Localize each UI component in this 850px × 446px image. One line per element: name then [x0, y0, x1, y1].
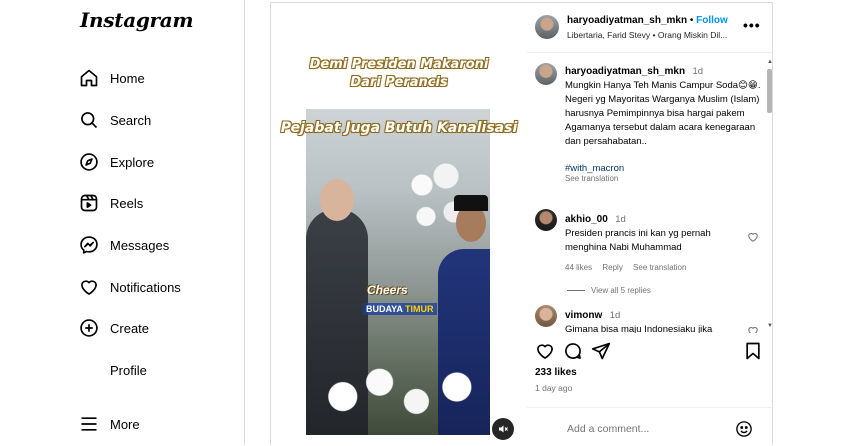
sidebar-item-profile[interactable]: Profile: [78, 357, 228, 383]
save-button[interactable]: [743, 341, 765, 363]
post-author: haryoadiyatman_sh_mkn • Follow: [567, 15, 728, 26]
person-left-head: [320, 179, 354, 221]
share-button[interactable]: [591, 341, 613, 363]
heart-icon: [78, 276, 100, 298]
comment-button[interactable]: [563, 341, 585, 363]
search-icon: [78, 109, 100, 131]
comment-item: akhio_00 1d Presiden prancis ini kan yg …: [565, 209, 745, 295]
comment-time[interactable]: 1d: [615, 214, 626, 225]
sidebar-item-messages[interactable]: Messages: [78, 232, 228, 258]
sidebar-item-more[interactable]: More: [78, 411, 228, 437]
comment-meta: 44 likes Reply See translation: [565, 263, 745, 272]
avatar[interactable]: [535, 15, 559, 39]
reels-icon: [78, 192, 100, 214]
sidebar-item-label: Messages: [110, 237, 170, 253]
sidebar-item-home[interactable]: Home: [78, 65, 228, 91]
comment-likes[interactable]: 44 likes: [565, 263, 592, 272]
sidebar-item-label: Notifications: [110, 279, 181, 295]
heart-icon: [537, 344, 553, 359]
home-icon: [78, 67, 100, 89]
comment-like-icon[interactable]: [747, 325, 759, 333]
sidebar-item-label: Create: [110, 320, 150, 336]
comment-username[interactable]: akhio_00: [565, 214, 608, 225]
post-header: haryoadiyatman_sh_mkn • Follow Libertari…: [527, 3, 774, 53]
scroll-down-arrow[interactable]: ▼: [767, 323, 773, 329]
sidebar-item-explore[interactable]: Explore: [78, 149, 228, 175]
sidebar-item-create[interactable]: Create: [78, 315, 228, 341]
see-translation-link[interactable]: See translation: [565, 174, 761, 183]
username-link[interactable]: haryoadiyatman_sh_mkn: [567, 15, 687, 26]
see-translation-link[interactable]: See translation: [633, 263, 686, 272]
messenger-icon: [78, 234, 100, 256]
comment-like-icon[interactable]: [747, 231, 759, 243]
reply-button[interactable]: Reply: [602, 263, 622, 272]
divider: [567, 290, 585, 292]
overlay-timur: TIMUR: [405, 304, 434, 314]
caption: haryoadiyatman_sh_mkn 1d Mungkin Hanya T…: [565, 61, 761, 183]
add-comment-input[interactable]: [567, 423, 727, 435]
comments-scrollbar[interactable]: ▲ ▼: [765, 59, 774, 329]
overlay-budaya: BUDAYA: [366, 304, 403, 314]
hashtag-link[interactable]: #with_macron: [565, 163, 761, 174]
post-time[interactable]: 1 day ago: [535, 383, 572, 393]
comment-icon: [565, 343, 581, 359]
overlay-title-line-3: Pejabat Juga Butuh Kanalisasi: [280, 120, 518, 136]
bookmark-icon: [746, 342, 760, 360]
view-replies-label[interactable]: View all 5 replies: [591, 286, 651, 295]
sidebar-item-label: More: [110, 416, 140, 432]
post-media[interactable]: Demi Presiden Makaroni Dari Perancis Pej…: [271, 3, 527, 446]
sidebar-item-label: Search: [110, 112, 152, 128]
comments-list[interactable]: haryoadiyatman_sh_mkn 1d Mungkin Hanya T…: [527, 55, 774, 333]
likes-count[interactable]: 233 likes: [535, 367, 577, 378]
scroll-up-arrow[interactable]: ▲: [767, 59, 773, 65]
avatar[interactable]: [535, 209, 557, 231]
avatar[interactable]: [535, 305, 557, 327]
comment-username[interactable]: vimonw: [565, 310, 602, 321]
compass-icon: [78, 151, 100, 173]
speaker-muted-icon: [499, 425, 508, 433]
comment-time[interactable]: 1d: [610, 310, 621, 321]
scroll-thumb[interactable]: [767, 69, 772, 113]
caption-text: Mungkin Hanya Teh Manis Campur Soda😊😁. N…: [565, 80, 761, 147]
separator-dot: •: [689, 15, 694, 26]
more-options-icon[interactable]: •••: [743, 17, 761, 33]
post-dialog: Demi Presiden Makaroni Dari Perancis Pej…: [270, 2, 774, 446]
post-side-panel: haryoadiyatman_sh_mkn • Follow Libertari…: [527, 3, 774, 446]
overlay-title-line-1: Demi Presiden Makaroni: [309, 57, 489, 72]
avatar: [78, 359, 100, 381]
audio-attribution[interactable]: Libertaria, Farid Stevy • Orang Miskin D…: [567, 30, 727, 40]
sidebar-nav: Instagram Home Search Explore Reels Mess…: [0, 0, 245, 445]
sidebar-item-notifications[interactable]: Notifications: [78, 274, 228, 300]
sidebar-item-label: Profile: [110, 362, 147, 378]
follow-button[interactable]: Follow: [696, 15, 728, 26]
comment-item: vimonw 1d Gimana bisa maju Indonesiaku j…: [565, 305, 745, 333]
hamburger-icon: [78, 413, 100, 435]
overlay-cheers: Cheers: [367, 283, 408, 297]
mute-button[interactable]: [492, 418, 514, 440]
sidebar-item-label: Reels: [110, 195, 144, 211]
send-icon: [591, 342, 611, 360]
caption-username[interactable]: haryoadiyatman_sh_mkn: [565, 66, 685, 77]
add-comment-bar: [527, 407, 774, 446]
plus-square-icon: [78, 317, 100, 339]
caption-time[interactable]: 1d: [693, 66, 704, 77]
like-button[interactable]: [535, 341, 557, 363]
sidebar-item-reels[interactable]: Reels: [78, 190, 228, 216]
sidebar-item-label: Home: [110, 70, 145, 86]
comment-text: Gimana bisa maju Indonesiaku jika: [565, 324, 713, 333]
avatar[interactable]: [535, 63, 557, 85]
overlay-title-line-2: Dari Perancis: [350, 75, 448, 90]
instagram-logo[interactable]: Instagram: [80, 8, 194, 32]
orchid-decoration: [306, 339, 490, 435]
person-right-cap: [454, 195, 488, 211]
sidebar-item-search[interactable]: Search: [78, 107, 228, 133]
video-frame[interactable]: [306, 109, 490, 435]
view-replies[interactable]: View all 5 replies: [565, 286, 745, 295]
sidebar-item-label: Explore: [110, 154, 155, 170]
emoji-icon[interactable]: [735, 420, 753, 438]
comment-text: Presiden prancis ini kan yg pernah mengh…: [565, 228, 711, 253]
overlay-budaya-timur: BUDAYA TIMUR: [363, 303, 437, 315]
